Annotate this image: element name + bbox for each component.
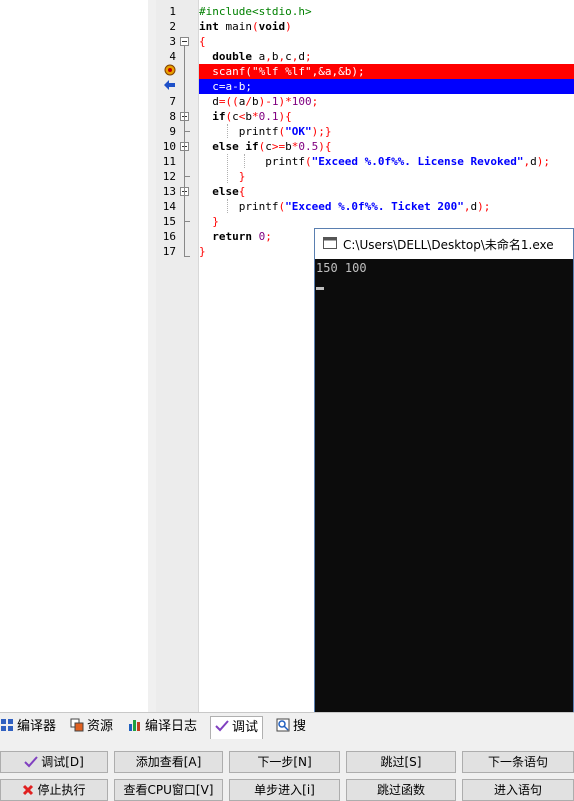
indent-guide xyxy=(227,124,228,138)
line-number: 7 xyxy=(169,95,176,108)
button-label: 下一条语句 xyxy=(487,755,548,769)
button-label: 停止执行 xyxy=(37,783,86,797)
line-number: 13 xyxy=(162,185,176,198)
tab-compile-log[interactable]: 编译日志 xyxy=(128,716,197,738)
breakpoint-line: scanf("%lf %lf",&a,&b); xyxy=(199,64,574,79)
current-line-icon xyxy=(164,80,175,90)
button-label: 单步进入[i] xyxy=(254,783,315,797)
code-line: printf("OK");} xyxy=(199,125,332,138)
tab-compiler[interactable]: 编译器 xyxy=(0,716,56,738)
panel-scrollbar[interactable] xyxy=(148,0,156,712)
line-number: 17 xyxy=(162,245,176,258)
next-statement-button[interactable]: 下一条语句 xyxy=(462,751,574,773)
line-number: 16 xyxy=(162,230,176,243)
search-icon xyxy=(276,718,290,732)
code-line: else if(c>=b*0.5){ xyxy=(212,140,332,153)
tab-label: 调试 xyxy=(232,720,259,735)
code-line: double a,b,c,d; xyxy=(212,50,312,63)
tab-label: 资源 xyxy=(87,719,114,734)
button-label: 查看CPU窗口[V] xyxy=(123,783,214,797)
code-line: #include<stdio.h> xyxy=(199,5,312,18)
code-line: d=((a/b)-1)*100; xyxy=(199,95,319,108)
code-line: printf("Exceed %.0f%%. Ticket 200",d); xyxy=(199,200,491,213)
code-line: { xyxy=(199,35,206,48)
resource-icon xyxy=(70,718,84,732)
code-line: int main(void) xyxy=(199,20,292,33)
tab-debug[interactable]: 调试 xyxy=(210,716,264,739)
console-output-area[interactable]: 150 100 xyxy=(315,259,573,738)
code-line: if(c<b*0.1){ xyxy=(212,110,292,123)
step-into-button[interactable]: 单步进入[i] xyxy=(229,779,340,801)
line-number: 14 xyxy=(162,200,176,213)
fold-toggle-icon[interactable] xyxy=(180,37,189,46)
tab-resources[interactable]: 资源 xyxy=(70,716,113,738)
current-execution-line: c=a-b; xyxy=(199,79,574,94)
code-line: else{ xyxy=(212,185,246,198)
fold-line xyxy=(184,46,185,256)
tab-label: 编译日志 xyxy=(145,719,198,734)
tab-search[interactable]: 搜 xyxy=(276,716,306,738)
skip-button[interactable]: 跳过[S] xyxy=(346,751,456,773)
tab-label: 编译器 xyxy=(17,719,57,734)
line-number: 4 xyxy=(169,50,176,63)
console-cursor xyxy=(316,287,324,290)
indent-guide xyxy=(227,199,228,213)
button-label: 跳过函数 xyxy=(376,783,425,797)
breakpoint-icon[interactable] xyxy=(164,64,176,76)
line-number: 15 xyxy=(162,215,176,228)
add-watch-button[interactable]: 添加查看[A] xyxy=(114,751,223,773)
grid-icon xyxy=(0,718,14,732)
bar-chart-icon xyxy=(128,718,142,732)
line-number: 2 xyxy=(169,20,176,33)
stop-execution-button[interactable]: 停止执行 xyxy=(0,779,108,801)
skip-function-button[interactable]: 跳过函数 xyxy=(346,779,456,801)
editor-gutter: 1 2 3 4 7 8 9 10 11 12 13 14 15 16 17 xyxy=(156,0,199,712)
view-cpu-window-button[interactable]: 查看CPU窗口[V] xyxy=(114,779,223,801)
indent-guide xyxy=(227,154,228,183)
check-icon xyxy=(24,756,38,768)
line-number: 10 xyxy=(162,140,176,153)
button-label: 进入语句 xyxy=(493,783,542,797)
code-line: } xyxy=(238,170,246,183)
fold-line xyxy=(184,131,190,132)
bottom-tab-bar: 编译器 资源 编译日志 调试 搜 xyxy=(0,712,574,741)
enter-statement-button[interactable]: 进入语句 xyxy=(462,779,574,801)
button-label: 跳过[S] xyxy=(380,755,422,769)
line-number: 11 xyxy=(162,155,176,168)
fold-line xyxy=(184,221,190,222)
line-number: 3 xyxy=(169,35,176,48)
line-number: 1 xyxy=(169,5,176,18)
stop-x-icon xyxy=(23,784,34,796)
console-titlebar[interactable]: C:\Users\DELL\Desktop\未命名1.exe xyxy=(315,229,573,259)
check-icon xyxy=(215,719,229,733)
fold-line xyxy=(184,176,190,177)
fold-line xyxy=(184,256,190,257)
next-step-button[interactable]: 下一步[N] xyxy=(229,751,340,773)
line-number: 9 xyxy=(169,125,176,138)
project-panel xyxy=(0,0,149,712)
code-line: } xyxy=(212,215,219,228)
indent-guide xyxy=(244,154,245,168)
debug-button[interactable]: 调试[D] xyxy=(0,751,108,773)
code-line: printf("Exceed %.0f%%. License Revoked",… xyxy=(199,155,551,168)
console-title: C:\Users\DELL\Desktop\未命名1.exe xyxy=(343,238,554,252)
line-number: 12 xyxy=(162,170,176,183)
console-output: 150 100 xyxy=(316,261,367,275)
button-label: 下一步[N] xyxy=(257,755,312,769)
console-app-icon xyxy=(323,237,337,249)
tab-label: 搜 xyxy=(293,719,307,734)
console-window[interactable]: C:\Users\DELL\Desktop\未命名1.exe 150 100 xyxy=(314,228,574,739)
button-label: 调试[D] xyxy=(41,755,84,769)
line-number: 8 xyxy=(169,110,176,123)
button-label: 添加查看[A] xyxy=(135,755,202,769)
